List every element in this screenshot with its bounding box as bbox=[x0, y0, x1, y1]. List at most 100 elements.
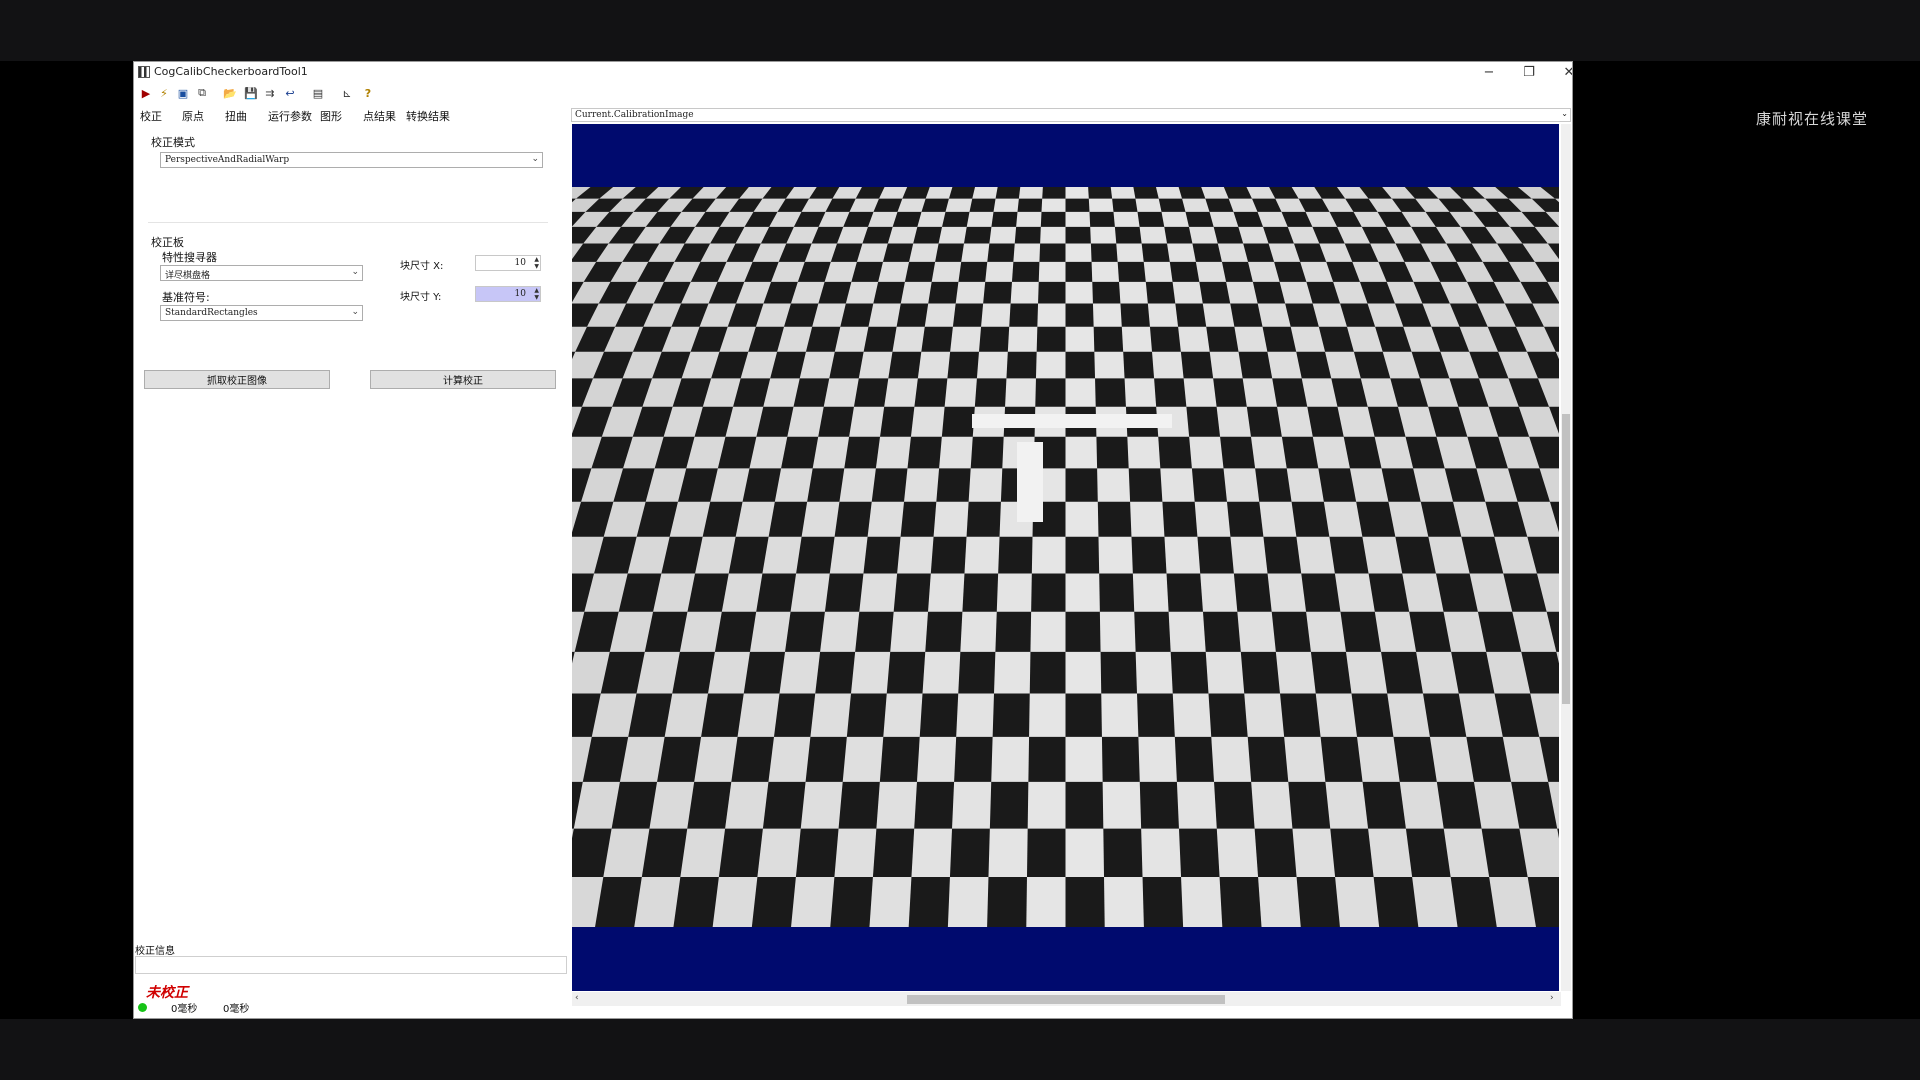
tile-size-x-label: 块尺寸 X: bbox=[400, 261, 444, 272]
calibration-panel: 校正模式 PerspectiveAndRadialWarp ⌄ 校正板 特性搜寻… bbox=[134, 126, 567, 1018]
restore-button[interactable]: ❐ bbox=[1509, 62, 1549, 82]
close-button[interactable]: ✕ bbox=[1549, 62, 1572, 82]
tab-transform-results[interactable]: 转换结果 bbox=[406, 108, 450, 124]
save-icon[interactable]: 💾 bbox=[243, 85, 259, 101]
checker-square bbox=[1242, 378, 1278, 407]
wand-icon[interactable]: ⚡ bbox=[156, 85, 172, 101]
feature-finder-value: 详尽棋盘格 bbox=[165, 271, 211, 281]
save-as-icon[interactable]: ⇉ bbox=[262, 85, 278, 101]
spin-arrows-icon[interactable]: ▲ ▼ bbox=[534, 287, 539, 301]
help-icon[interactable]: ? bbox=[360, 85, 376, 101]
checker-square bbox=[1092, 303, 1122, 327]
checker-square bbox=[1277, 406, 1313, 437]
checker-square bbox=[1301, 378, 1338, 407]
checker-square bbox=[956, 693, 994, 737]
checker-square bbox=[950, 326, 982, 352]
checker-square bbox=[1030, 611, 1066, 652]
checker-square bbox=[955, 281, 986, 304]
tab-point-results[interactable]: 点结果 bbox=[363, 108, 396, 124]
checker-square bbox=[735, 501, 775, 537]
checker-square bbox=[1230, 536, 1268, 574]
checker-square bbox=[694, 736, 738, 782]
checker-square bbox=[909, 243, 939, 262]
checker-square bbox=[945, 198, 973, 212]
compute-calibration-button[interactable]: 计算校正 bbox=[370, 370, 556, 389]
scroll-left-icon[interactable]: ‹ bbox=[575, 993, 579, 1003]
checker-square bbox=[1099, 611, 1136, 652]
checker-square bbox=[779, 651, 821, 694]
checker-square bbox=[858, 351, 893, 379]
vertical-scroll-thumb[interactable] bbox=[1562, 414, 1570, 704]
feature-finder-select[interactable]: 详尽棋盘格 ⌄ bbox=[160, 265, 363, 281]
checker-square bbox=[989, 226, 1017, 244]
checker-square bbox=[791, 876, 835, 927]
checker-square bbox=[1037, 303, 1066, 327]
tile-size-x-input[interactable]: 10 ▲ ▼ bbox=[475, 255, 541, 271]
checker-square bbox=[1399, 781, 1444, 829]
checker-square bbox=[1182, 198, 1210, 212]
checker-square bbox=[1031, 536, 1066, 574]
copy-icon[interactable]: ⧉ bbox=[194, 85, 210, 101]
checker-square bbox=[1188, 226, 1218, 244]
checker-square bbox=[768, 736, 811, 782]
calibration-status: 未校正 bbox=[146, 985, 188, 1001]
tab-run-params[interactable]: 运行参数 bbox=[268, 108, 312, 124]
tab-calibration[interactable]: 校正 bbox=[140, 108, 162, 124]
calibration-info-label: 校正信息 bbox=[135, 946, 175, 957]
checker-square bbox=[757, 828, 801, 877]
calibration-mode-select[interactable]: PerspectiveAndRadialWarp ⌄ bbox=[160, 152, 543, 168]
open-folder-icon[interactable]: 📂 bbox=[222, 85, 238, 101]
checker-square bbox=[1097, 468, 1131, 502]
checker-square bbox=[1201, 187, 1229, 199]
checker-square bbox=[1147, 303, 1179, 327]
checker-square bbox=[1368, 828, 1413, 877]
checker-square bbox=[721, 573, 763, 612]
checker-square bbox=[890, 611, 929, 652]
image-icon[interactable]: ▤ bbox=[310, 85, 326, 101]
checker-square bbox=[1216, 828, 1259, 877]
horizontal-scroll-thumb[interactable] bbox=[907, 995, 1225, 1004]
checker-square bbox=[1286, 468, 1324, 502]
checker-square bbox=[1018, 187, 1043, 199]
checker-square bbox=[1098, 536, 1133, 574]
checker-square bbox=[1026, 876, 1066, 927]
tab-warp[interactable]: 扭曲 bbox=[225, 108, 247, 124]
spin-arrows-icon[interactable]: ▲ ▼ bbox=[534, 256, 539, 270]
fiducial-select[interactable]: StandardRectangles ⌄ bbox=[160, 305, 363, 321]
checkerboard-app-icon bbox=[138, 66, 150, 78]
reset-icon[interactable]: ↩ bbox=[282, 85, 298, 101]
checker-square bbox=[737, 693, 780, 737]
checker-square bbox=[1335, 876, 1380, 927]
calibration-plate-label: 校正板 bbox=[151, 236, 184, 249]
scroll-right-icon[interactable]: › bbox=[1550, 993, 1554, 1003]
image-source-select[interactable]: Current.CalibrationImage ⌄ bbox=[571, 108, 1571, 122]
checker-square bbox=[810, 693, 851, 737]
minimize-button[interactable]: − bbox=[1469, 62, 1509, 82]
checker-square bbox=[1234, 326, 1268, 352]
fiducial-label: 基准符号: bbox=[162, 291, 210, 304]
checker-square bbox=[1181, 876, 1223, 927]
tile-size-y-label: 块尺寸 Y: bbox=[400, 292, 442, 303]
display-icon[interactable]: ▣ bbox=[175, 85, 191, 101]
checker-square bbox=[1323, 501, 1363, 537]
checker-square bbox=[762, 536, 802, 574]
checker-square bbox=[1315, 693, 1358, 737]
calibration-image-display[interactable] bbox=[572, 124, 1559, 991]
grab-calibration-image-button[interactable]: 抓取校正图像 bbox=[144, 370, 330, 389]
checker-square bbox=[1161, 211, 1189, 227]
checker-square bbox=[985, 261, 1014, 282]
horizontal-scrollbar[interactable]: ‹ › bbox=[572, 992, 1561, 1006]
tile-size-y-input[interactable]: 10 ▲ ▼ bbox=[475, 286, 541, 302]
tab-graphics[interactable]: 图形 bbox=[320, 108, 342, 124]
checker-square bbox=[1189, 436, 1224, 469]
checker-square bbox=[1139, 226, 1168, 244]
graph-icon[interactable]: ⊾ bbox=[339, 85, 355, 101]
checker-square bbox=[849, 406, 885, 437]
vertical-scrollbar[interactable] bbox=[1561, 124, 1571, 991]
checker-square bbox=[1167, 243, 1196, 262]
checker-square bbox=[1237, 611, 1276, 652]
checker-square bbox=[1211, 736, 1252, 782]
run-icon[interactable]: ▶ bbox=[138, 85, 154, 101]
checker-square bbox=[1200, 573, 1238, 612]
tab-origin[interactable]: 原点 bbox=[182, 108, 204, 124]
